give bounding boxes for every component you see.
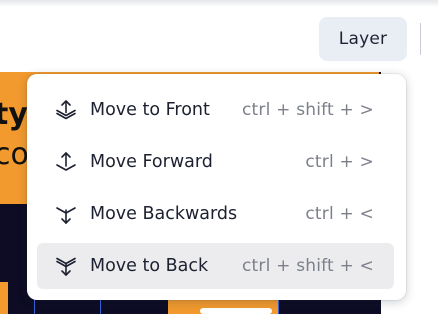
- send-to-back-icon: [54, 254, 78, 278]
- menu-item-move-forward[interactable]: Move Forward ctrl + >: [37, 139, 394, 185]
- menu-item-move-backwards[interactable]: Move Backwards ctrl + <: [37, 191, 394, 237]
- menu-item-label: Move to Back: [90, 256, 209, 276]
- menu-item-shortcut: ctrl + shift + >: [242, 100, 374, 120]
- menu-item-label: Move Forward: [90, 152, 213, 172]
- bring-to-front-icon: [54, 98, 78, 122]
- design-white-strip: [200, 308, 272, 314]
- menu-item-move-to-back[interactable]: Move to Back ctrl + shift + <: [37, 243, 394, 289]
- menu-item-label: Move Backwards: [90, 204, 238, 224]
- top-toolbar: Layer: [0, 0, 438, 72]
- send-backward-icon: [54, 202, 78, 226]
- toolbar-shadow: [0, 0, 438, 7]
- menu-item-shortcut: ctrl + >: [305, 152, 374, 172]
- menu-item-shortcut: ctrl + shift + <: [242, 256, 374, 276]
- bring-forward-icon: [54, 150, 78, 174]
- design-orange-shape: [0, 282, 8, 314]
- menu-item-shortcut: ctrl + <: [305, 204, 374, 224]
- layer-context-menu: Move to Front ctrl + shift + > Move Forw…: [27, 74, 406, 300]
- menu-item-move-to-front[interactable]: Move to Front ctrl + shift + >: [37, 87, 394, 133]
- menu-item-label: Move to Front: [90, 100, 210, 120]
- layer-button[interactable]: Layer: [319, 17, 407, 61]
- toolbar-divider: [420, 23, 421, 55]
